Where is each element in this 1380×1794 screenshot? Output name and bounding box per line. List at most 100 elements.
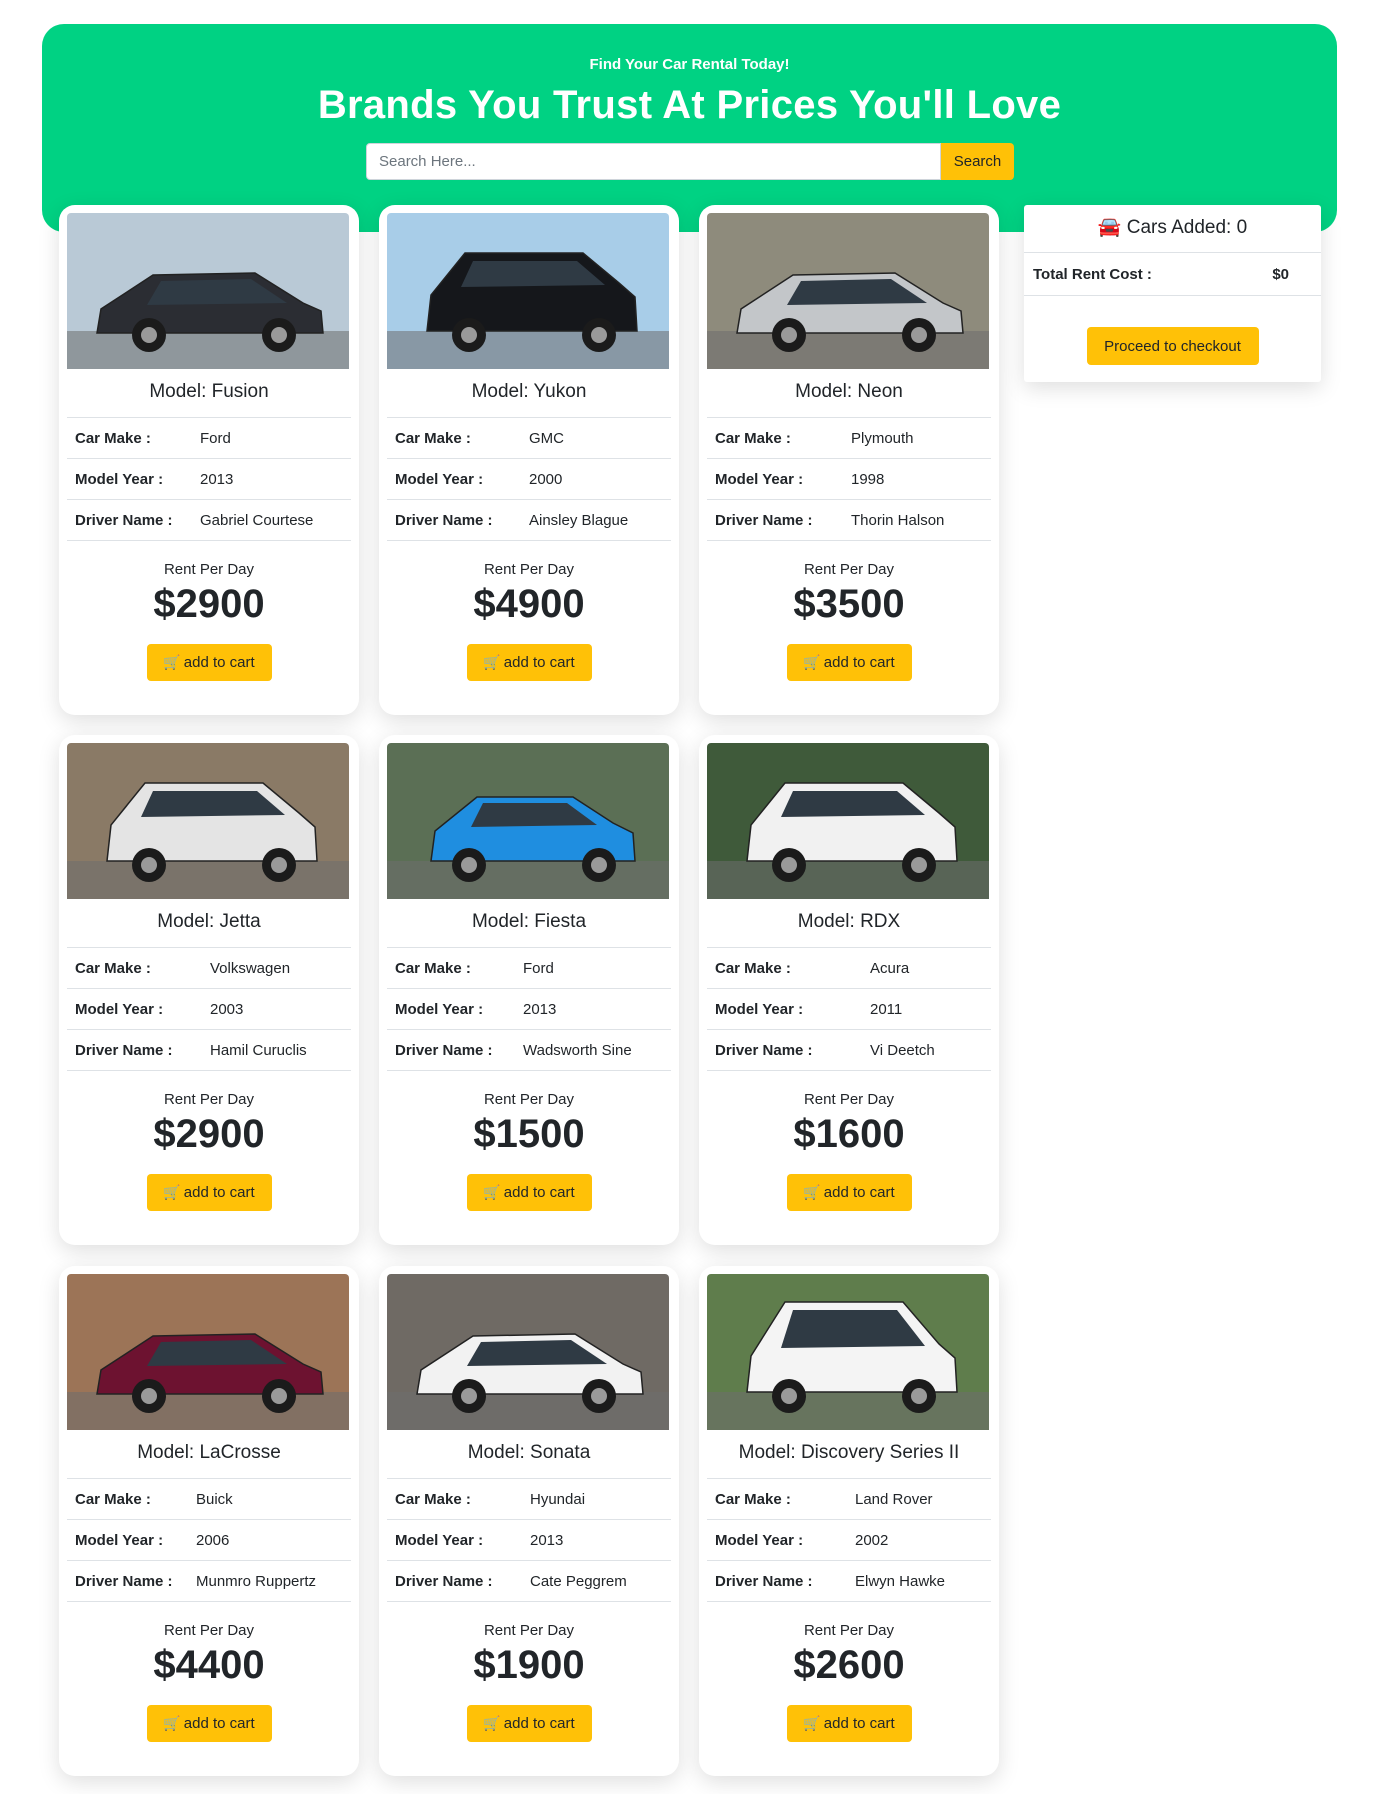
spec-row-make: Car Make : Buick — [67, 1479, 351, 1520]
car-make: Volkswagen — [210, 959, 291, 977]
total-rent-value: $0 — [1272, 265, 1289, 283]
spec-label: Model Year : — [75, 470, 164, 488]
total-rent-row: Total Rent Cost : $0 — [1024, 253, 1321, 296]
spec-label: Car Make : — [395, 429, 471, 447]
car-icon: 🚘 — [1097, 217, 1122, 238]
rent-price: $2900 — [153, 582, 265, 626]
rent-per-day-label: Rent Per Day — [803, 561, 895, 578]
driver-name: Wadsworth Sine — [523, 1041, 632, 1059]
spec-label: Car Make : — [715, 1490, 791, 1508]
car-make: Hyundai — [530, 1490, 586, 1508]
car-model: Model: RDX — [707, 899, 991, 948]
spec-row-driver: Driver Name : Ainsley Blague — [387, 500, 671, 541]
spec-row-driver: Driver Name : Gabriel Courtese — [67, 500, 351, 541]
spec-row-year: Model Year : 2002 — [707, 1520, 991, 1561]
search-button[interactable]: Search — [941, 143, 1014, 180]
car-model: Model: Yukon — [387, 369, 671, 418]
add-to-cart-button[interactable]: 🛒 add to cart — [786, 644, 912, 681]
spec-row-year: Model Year : 2013 — [387, 989, 671, 1030]
cars-added-header: 🚘 Cars Added: 0 — [1024, 205, 1321, 253]
add-to-cart-button[interactable]: 🛒 add to cart — [786, 1705, 912, 1742]
spec-label: Driver Name : — [75, 1572, 173, 1590]
spec-label: Driver Name : — [75, 1041, 173, 1059]
add-to-cart-button[interactable]: 🛒 add to cart — [146, 1174, 272, 1211]
spec-row-driver: Driver Name : Munmro Ruppertz — [67, 1561, 351, 1602]
car-card: Model: RDX Car Make : Acura Model Year : 2… — [699, 735, 999, 1245]
driver-name: Cate Peggrem — [530, 1572, 627, 1590]
car-make: Ford — [200, 429, 231, 447]
rent-price: $3500 — [793, 582, 905, 626]
car-model: Model: LaCrosse — [67, 1430, 351, 1479]
model-year: 2000 — [529, 470, 563, 488]
cars-added-count: Cars Added: 0 — [1126, 217, 1248, 238]
car-image — [387, 743, 669, 899]
rent-per-day-label: Rent Per Day — [163, 1622, 255, 1639]
car-card: Model: Fusion Car Make : Ford Model Year … — [59, 205, 359, 715]
car-image — [707, 743, 989, 899]
car-make: Plymouth — [851, 429, 914, 447]
total-rent-label: Total Rent Cost : — [1033, 265, 1152, 283]
model-year: 2013 — [530, 1531, 564, 1549]
spec-label: Car Make : — [715, 959, 791, 977]
spec-label: Driver Name : — [395, 1041, 493, 1059]
search-input[interactable] — [366, 143, 941, 180]
car-card: Model: Yukon Car Make : GMC Model Year : 2… — [379, 205, 679, 715]
cart-icon: 🛒 — [163, 1184, 181, 1200]
spec-label: Car Make : — [75, 1490, 151, 1508]
cart-icon: 🛒 — [803, 1715, 821, 1731]
spec-row-year: Model Year : 2013 — [67, 459, 351, 500]
add-to-cart-button[interactable]: 🛒 add to cart — [146, 1705, 272, 1742]
spec-row-driver: Driver Name : Hamil Curuclis — [67, 1030, 351, 1071]
spec-label: Car Make : — [395, 959, 471, 977]
car-make: Acura — [870, 959, 910, 977]
rent-per-day-label: Rent Per Day — [803, 1091, 895, 1108]
rent-per-day-label: Rent Per Day — [163, 1091, 255, 1108]
add-to-cart-button[interactable]: 🛒 add to cart — [466, 644, 592, 681]
spec-label: Model Year : — [395, 1000, 484, 1018]
car-card: Model: Jetta Car Make : Volkswagen Model … — [59, 735, 359, 1245]
add-to-cart-button[interactable]: 🛒 add to cart — [466, 1705, 592, 1742]
spec-row-driver: Driver Name : Wadsworth Sine — [387, 1030, 671, 1071]
search-bar: Search — [366, 143, 1014, 180]
add-to-cart-label: add to cart — [823, 654, 895, 671]
car-image — [387, 213, 669, 369]
hero-banner: Find Your Car Rental Today! Brands You T… — [42, 24, 1337, 232]
rent-price: $4900 — [473, 582, 585, 626]
spec-label: Model Year : — [395, 1531, 484, 1549]
add-to-cart-button[interactable]: 🛒 add to cart — [466, 1174, 592, 1211]
car-card: Model: LaCrosse Car Make : Buick Model Ye… — [59, 1266, 359, 1776]
proceed-to-checkout-button[interactable]: Proceed to checkout — [1086, 327, 1259, 365]
rent-per-day-label: Rent Per Day — [483, 561, 575, 578]
model-year: 2013 — [523, 1000, 557, 1018]
spec-label: Car Make : — [715, 429, 791, 447]
add-to-cart-label: add to cart — [503, 1184, 575, 1201]
spec-label: Car Make : — [75, 959, 151, 977]
rent-per-day-label: Rent Per Day — [483, 1622, 575, 1639]
driver-name: Gabriel Courtese — [200, 511, 314, 529]
rent-price: $1600 — [793, 1112, 905, 1156]
spec-row-year: Model Year : 2013 — [387, 1520, 671, 1561]
rent-price: $1500 — [473, 1112, 585, 1156]
add-to-cart-label: add to cart — [503, 1715, 575, 1732]
car-card: Model: Fiesta Car Make : Ford Model Year … — [379, 735, 679, 1245]
rent-per-day-label: Rent Per Day — [483, 1091, 575, 1108]
driver-name: Hamil Curuclis — [210, 1041, 307, 1059]
add-to-cart-label: add to cart — [183, 1184, 255, 1201]
car-model: Model: Fusion — [67, 369, 351, 418]
rent-price: $1900 — [473, 1643, 585, 1687]
driver-name: Vi Deetch — [870, 1041, 935, 1059]
driver-name: Ainsley Blague — [529, 511, 629, 529]
spec-row-driver: Driver Name : Thorin Halson — [707, 500, 991, 541]
spec-row-make: Car Make : GMC — [387, 418, 671, 459]
spec-label: Driver Name : — [715, 1041, 813, 1059]
hero-title: Brands You Trust At Prices You'll Love — [317, 83, 1062, 127]
spec-row-year: Model Year : 2006 — [67, 1520, 351, 1561]
car-card: Model: Sonata Car Make : Hyundai Model Ye… — [379, 1266, 679, 1776]
rent-price: $2600 — [793, 1643, 905, 1687]
model-year: 1998 — [851, 470, 885, 488]
add-to-cart-button[interactable]: 🛒 add to cart — [786, 1174, 912, 1211]
add-to-cart-button[interactable]: 🛒 add to cart — [146, 644, 272, 681]
spec-row-driver: Driver Name : Cate Peggrem — [387, 1561, 671, 1602]
spec-row-year: Model Year : 2003 — [67, 989, 351, 1030]
cart-icon: 🛒 — [163, 654, 181, 670]
